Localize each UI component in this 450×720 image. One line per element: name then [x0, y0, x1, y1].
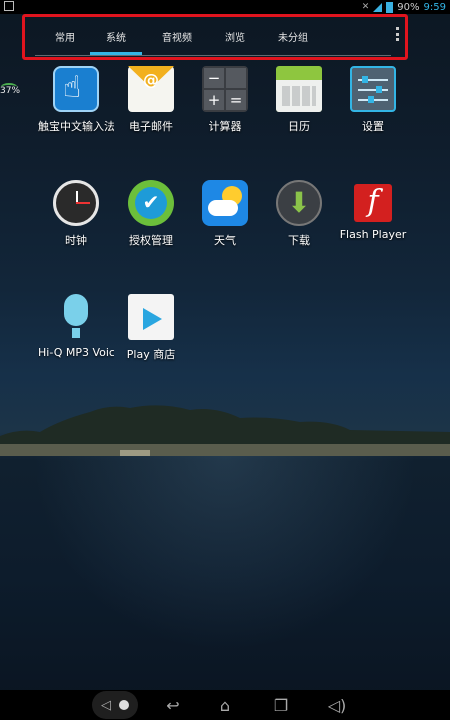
- app-label: 时钟: [65, 234, 87, 247]
- app-clock[interactable]: 时钟: [38, 180, 114, 248]
- back-icon[interactable]: ↩: [158, 690, 188, 720]
- tab-label: 音视频: [162, 32, 192, 44]
- microphone-icon: [53, 294, 99, 340]
- tab-system[interactable]: 系统: [90, 17, 142, 55]
- app-voice-recorder[interactable]: Hi-Q MP3 Voice Recorder: [38, 294, 114, 359]
- clock-icon: [53, 180, 99, 226]
- tab-common[interactable]: 常用: [45, 17, 85, 55]
- app-label: 下载: [288, 234, 310, 247]
- play-store-icon: [128, 294, 174, 340]
- flash-icon: [354, 184, 392, 222]
- weather-icon: [202, 180, 248, 226]
- sound-toggle-icon[interactable]: ◁: [90, 690, 140, 720]
- screenshot-icon: [4, 1, 14, 11]
- app-downloads[interactable]: 下载: [261, 180, 337, 248]
- touchpal-icon: [53, 66, 99, 112]
- app-label: 授权管理: [129, 234, 173, 247]
- tab-label: 未分组: [278, 32, 308, 44]
- mute-icon: ✕: [361, 2, 370, 12]
- calendar-icon: [276, 66, 322, 112]
- tab-browse[interactable]: 浏览: [215, 17, 255, 55]
- settings-icon: [350, 66, 396, 112]
- sea-glow: [0, 455, 450, 685]
- island-silhouette: [0, 405, 450, 456]
- app-category-tabs: 常用 系统 音视频 浏览 未分组: [22, 14, 408, 60]
- app-calculator[interactable]: − + = 计算器: [187, 66, 263, 134]
- home-icon[interactable]: ⌂: [210, 690, 240, 720]
- tab-ungrouped[interactable]: 未分组: [269, 17, 317, 55]
- app-label: 设置: [362, 120, 384, 133]
- tab-divider: [35, 55, 391, 56]
- app-label: 天气: [214, 234, 236, 247]
- app-label: 触宝中文输入法: [38, 120, 114, 133]
- tab-label: 浏览: [225, 32, 245, 44]
- tab-label: 常用: [55, 32, 75, 44]
- app-play-store[interactable]: Play 商店: [113, 294, 189, 362]
- app-flash-player[interactable]: Flash Player: [335, 180, 411, 241]
- battery-percent: 90%: [397, 1, 420, 13]
- navigation-bar: ◁ ↩ ⌂ ❐ ◁): [0, 690, 450, 720]
- app-weather[interactable]: 天气: [187, 180, 263, 248]
- tab-label: 系统: [106, 32, 126, 44]
- app-settings[interactable]: 设置: [335, 66, 411, 134]
- clock-time: 9:59: [423, 1, 446, 13]
- recent-apps-icon[interactable]: ❐: [266, 690, 296, 720]
- app-touchpal[interactable]: 触宝中文输入法: [38, 66, 114, 134]
- calculator-icon: − + =: [202, 66, 248, 112]
- app-label: Flash Player: [339, 228, 407, 241]
- shield-icon: [128, 180, 174, 226]
- status-bar: ✕ 90% 9:59: [0, 0, 450, 14]
- email-icon: [128, 66, 174, 112]
- app-label: 电子邮件: [129, 120, 173, 133]
- battery-widget[interactable]: 37%: [0, 83, 20, 96]
- download-icon: [276, 180, 322, 226]
- overflow-menu-icon[interactable]: [396, 27, 400, 41]
- app-label: 日历: [288, 120, 310, 133]
- app-label: 计算器: [208, 120, 242, 133]
- app-email[interactable]: 电子邮件: [113, 66, 189, 134]
- battery-icon: [386, 1, 394, 13]
- app-label: Hi-Q MP3 Voice Recorder: [38, 346, 114, 359]
- volume-icon[interactable]: ◁): [322, 690, 352, 720]
- app-label: Play 商店: [126, 348, 176, 361]
- tab-audio-video[interactable]: 音视频: [153, 17, 201, 55]
- signal-icon: [373, 2, 383, 12]
- app-calendar[interactable]: 日历: [261, 66, 337, 134]
- app-authorization[interactable]: 授权管理: [113, 180, 189, 248]
